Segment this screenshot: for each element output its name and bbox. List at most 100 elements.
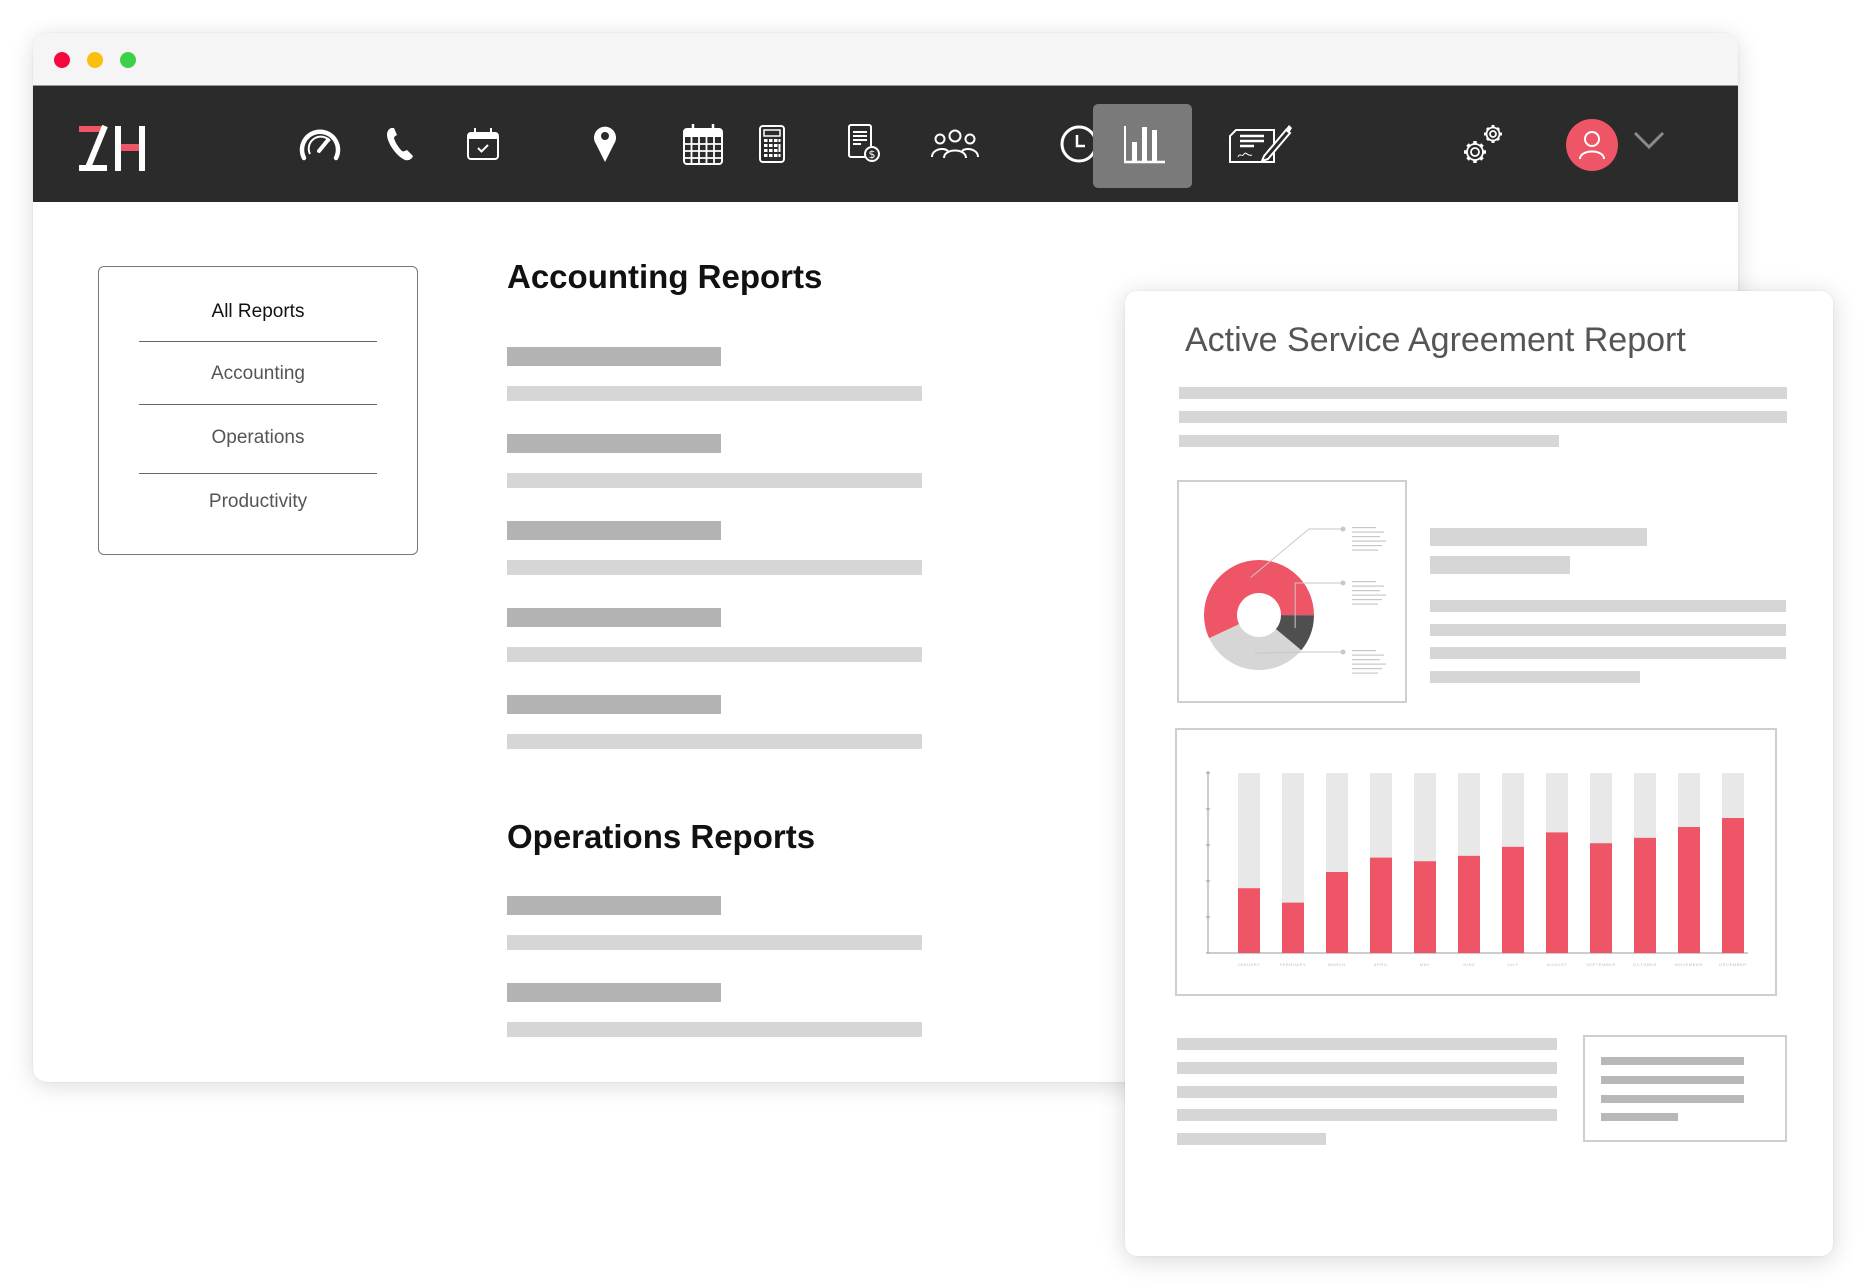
legend-dot <box>1340 526 1346 532</box>
x-tick-label: FEBRUARY <box>1280 962 1307 967</box>
bar-value <box>1502 846 1524 953</box>
report-description-placeholder <box>507 647 922 662</box>
bar-remaining <box>1678 773 1700 827</box>
nav-dashboard[interactable] <box>298 86 342 202</box>
legend-text-placeholder <box>1352 545 1382 547</box>
legend-text-placeholder <box>1352 585 1384 587</box>
nav-accounting[interactable] <box>759 86 785 202</box>
bar-remaining <box>1326 773 1348 872</box>
nav-locations[interactable] <box>593 86 617 202</box>
text-placeholder <box>1430 671 1640 683</box>
text-placeholder <box>1179 435 1559 447</box>
legend-text-placeholder <box>1352 599 1382 601</box>
sidebar-item-productivity[interactable]: Productivity <box>99 491 417 513</box>
bar-remaining <box>1502 773 1524 847</box>
nav-calls[interactable] <box>385 86 415 202</box>
bar-remaining <box>1590 773 1612 844</box>
bar-value <box>1590 843 1612 953</box>
speedometer-icon <box>299 129 341 161</box>
legend-text-placeholder <box>1352 668 1382 670</box>
sidebar-item-all-reports[interactable]: All Reports <box>99 301 417 323</box>
text-placeholder <box>1430 556 1570 574</box>
report-description-placeholder <box>507 1022 922 1037</box>
section-title-accounting: Accounting Reports <box>507 258 823 295</box>
user-menu-toggle[interactable] <box>1633 130 1665 155</box>
report-title: Active Service Agreement Report <box>1185 321 1686 359</box>
legend-text-placeholder <box>1352 672 1378 674</box>
report-title-placeholder <box>507 896 721 915</box>
bar-value <box>1458 855 1480 953</box>
text-placeholder <box>1179 387 1787 399</box>
text-placeholder <box>1177 1109 1557 1121</box>
legend-text-placeholder <box>1352 594 1386 596</box>
x-tick-label: MARCH <box>1328 962 1346 967</box>
report-title-placeholder <box>507 347 721 366</box>
text-placeholder <box>1601 1113 1678 1121</box>
legend-text-placeholder <box>1352 549 1378 551</box>
bar-remaining <box>1458 773 1480 856</box>
user-avatar-button[interactable] <box>1566 119 1618 171</box>
nav-invoices[interactable]: $ <box>848 86 882 202</box>
legend-dot <box>1340 580 1346 586</box>
text-placeholder <box>1601 1076 1744 1084</box>
sidebar-item-operations[interactable]: Operations <box>99 427 417 449</box>
x-tick-label: OCTOBER <box>1633 962 1657 967</box>
bar-remaining <box>1546 773 1568 833</box>
maximize-window-button[interactable] <box>120 52 136 68</box>
divider <box>139 473 377 474</box>
legend-text-placeholder <box>1352 581 1376 583</box>
invoice-dollar-icon: $ <box>848 124 880 162</box>
donut-chart-panel <box>1177 480 1407 703</box>
bar-chart: JANUARY FEBRUARY MARCH APRIL MAY JUNE JULY AUGU… <box>1206 771 1748 967</box>
text-placeholder <box>1177 1062 1557 1074</box>
legend-text-placeholder <box>1352 536 1380 538</box>
minimize-window-button[interactable] <box>87 52 103 68</box>
text-placeholder <box>1179 411 1787 423</box>
bar-value <box>1722 818 1744 953</box>
donut-chart <box>1204 526 1386 674</box>
bar-value <box>1238 888 1260 953</box>
divider <box>139 404 377 405</box>
x-tick-label: JUNE <box>1463 962 1476 967</box>
bar-value <box>1546 832 1568 953</box>
phone-icon <box>387 128 413 161</box>
nav-scheduling[interactable] <box>466 86 500 202</box>
summary-note-box <box>1583 1035 1787 1142</box>
legend-text-placeholder <box>1352 540 1386 542</box>
sidebar-item-accounting[interactable]: Accounting <box>99 363 417 385</box>
text-placeholder <box>1430 624 1786 636</box>
bar-chart-icon <box>1124 126 1165 164</box>
report-description-placeholder <box>507 560 922 575</box>
close-window-button[interactable] <box>54 52 70 68</box>
zh-logo[interactable]: ZH <box>77 124 153 172</box>
bar-remaining <box>1414 773 1436 862</box>
legend-text-placeholder <box>1352 527 1376 529</box>
chevron-down-icon <box>1633 131 1665 150</box>
map-pin-icon <box>594 126 616 162</box>
text-placeholder <box>1430 647 1786 659</box>
nav-reports[interactable] <box>1093 104 1192 188</box>
legend-text-placeholder <box>1352 650 1376 652</box>
nav-calendar[interactable] <box>683 86 723 202</box>
section-title-operations: Operations Reports <box>507 818 816 855</box>
team-icon <box>931 129 979 159</box>
report-description-placeholder <box>507 734 922 749</box>
legend-text-placeholder <box>1352 531 1384 533</box>
legend-text-placeholder <box>1352 654 1384 656</box>
report-title-placeholder <box>507 695 721 714</box>
nav-agreements[interactable] <box>1228 86 1292 202</box>
text-placeholder <box>1177 1038 1557 1050</box>
text-placeholder <box>1430 528 1647 546</box>
report-description-placeholder <box>507 935 922 950</box>
x-tick-label: DECEMBER <box>1719 962 1746 967</box>
settings-button[interactable] <box>1461 86 1505 202</box>
x-tick-label: MAY <box>1420 962 1430 967</box>
legend-text-placeholder <box>1352 659 1380 661</box>
text-placeholder <box>1177 1133 1326 1145</box>
bar-remaining <box>1238 773 1260 889</box>
user-avatar-icon <box>1579 131 1605 160</box>
report-description-placeholder <box>507 386 922 401</box>
nav-customers[interactable] <box>931 86 979 202</box>
report-title-placeholder <box>507 521 721 540</box>
title-bar <box>33 33 1738 86</box>
